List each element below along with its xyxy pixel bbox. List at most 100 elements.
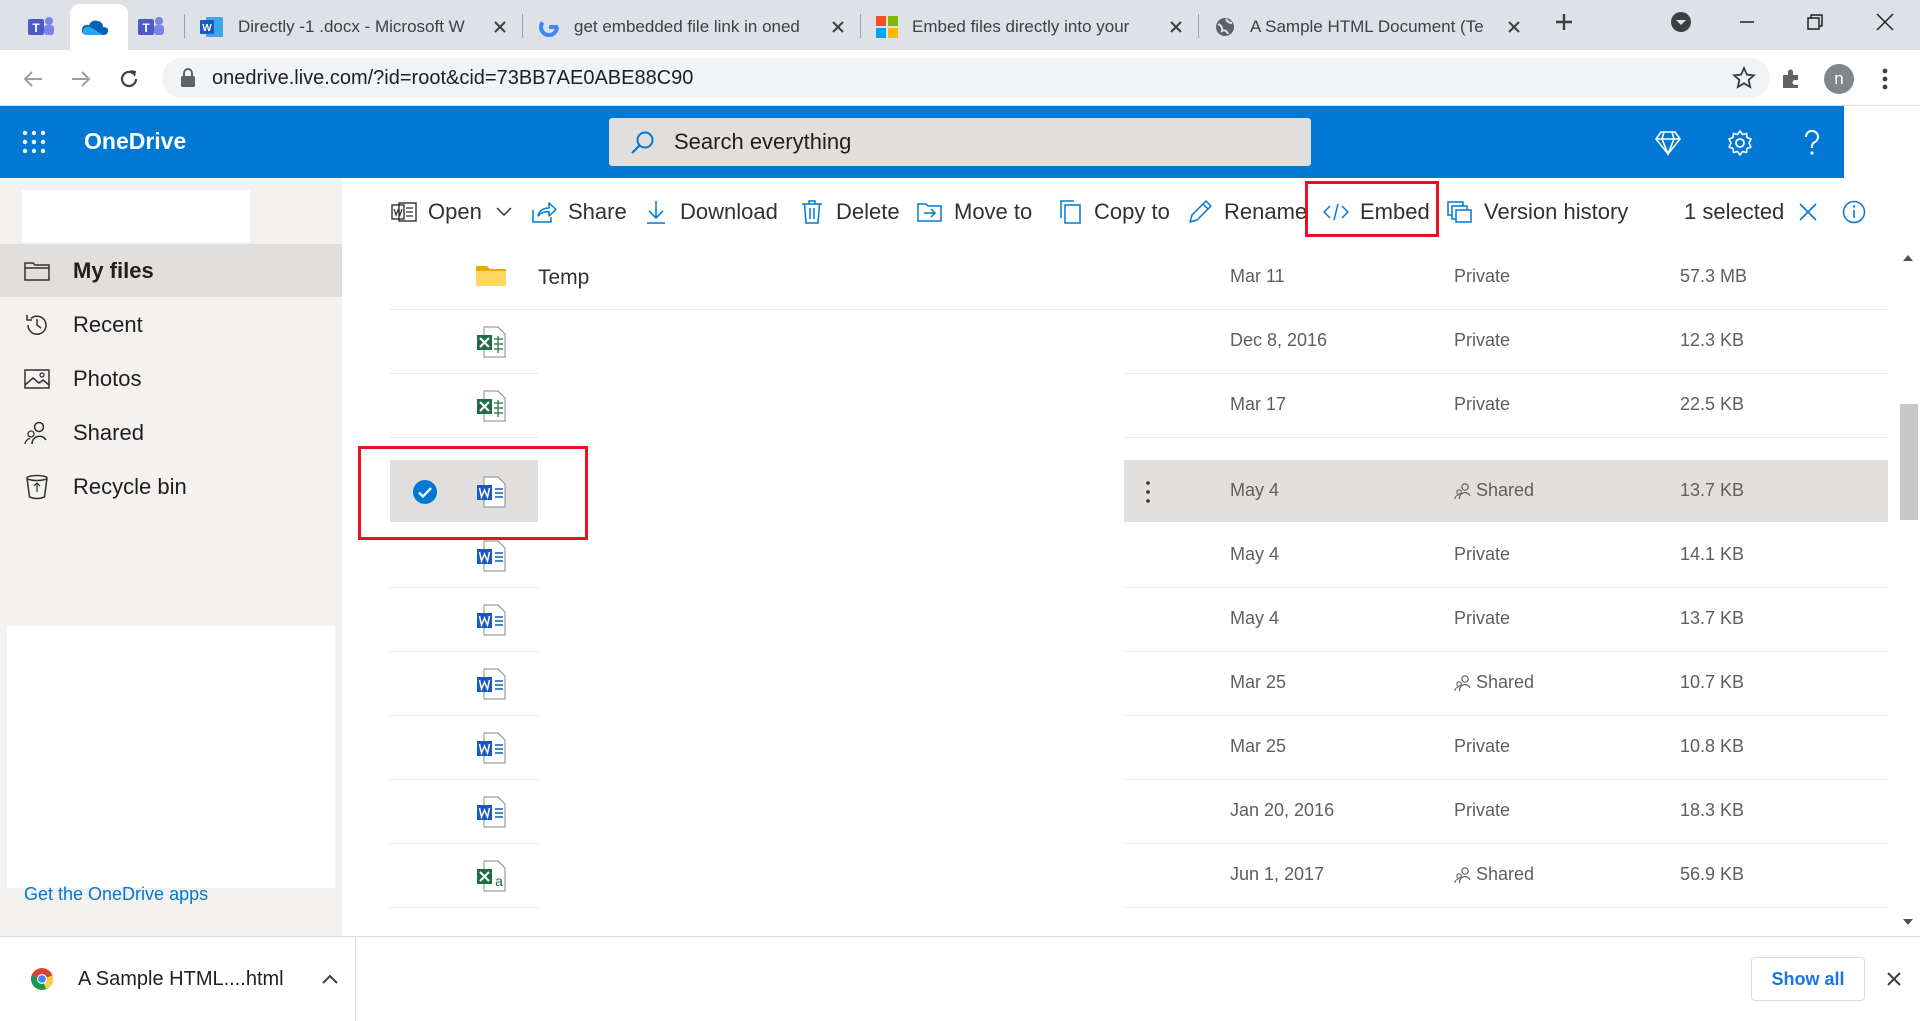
tab-search-button[interactable] [1652, 0, 1710, 44]
get-onedrive-apps-link[interactable]: Get the OneDrive apps [24, 884, 208, 905]
nav-item-photos[interactable]: Photos [0, 352, 342, 405]
share-icon [530, 198, 558, 226]
version-history-button[interactable]: Version history [1446, 194, 1628, 230]
microsoft-icon [876, 16, 898, 38]
details-pane-button[interactable] [1842, 194, 1866, 230]
file-modified: Mar 11 [1230, 266, 1285, 286]
file-list-scrollbar[interactable] [1896, 246, 1920, 936]
browser-tab-word-doc[interactable]: W Directly -1 .docx - Microsoft W [190, 4, 520, 50]
file-row[interactable]: Jan 20, 2016 Private 18.3 KB [390, 780, 1888, 844]
nav-item-recycle-bin[interactable]: Recycle bin [0, 460, 342, 513]
lock-icon[interactable] [180, 68, 196, 88]
browser-tab-onedrive[interactable] [70, 4, 128, 50]
file-row-temp[interactable]: Temp Mar 11 Private 57.3 MB [390, 246, 1888, 310]
search-box[interactable] [609, 118, 1311, 166]
clear-selection-button[interactable] [1798, 194, 1818, 230]
copy-to-button[interactable]: Copy to [1056, 194, 1170, 230]
share-label: Share [568, 199, 627, 224]
more-actions-icon[interactable] [1136, 478, 1160, 506]
account-area[interactable] [1844, 106, 1920, 178]
left-navigation: My files Recent Photos Shared Recycle bi… [0, 178, 342, 936]
google-icon [538, 16, 560, 38]
file-name[interactable]: Temp [538, 266, 589, 290]
tab-close-icon[interactable] [490, 17, 510, 37]
browser-tab-sample-html[interactable]: A Sample HTML Document (Te [1204, 4, 1534, 50]
open-button[interactable]: Open [390, 194, 512, 230]
browser-tab-teams-2[interactable]: T [128, 4, 180, 50]
close-window-button[interactable] [1856, 0, 1914, 44]
premium-diamond-icon[interactable] [1652, 127, 1684, 159]
word-file-icon [476, 732, 506, 764]
sharing-label: Private [1454, 608, 1511, 628]
delete-label: Delete [836, 199, 900, 224]
file-row[interactable]: Mar 25 Private 10.8 KB [390, 716, 1888, 780]
file-row[interactable]: May 4 Private 14.1 KB [390, 524, 1888, 588]
onedrive-icon [80, 17, 110, 37]
reload-button[interactable] [112, 62, 146, 96]
file-size: 22.5 KB [1680, 394, 1745, 414]
forward-button[interactable] [64, 62, 98, 96]
file-row[interactable]: Dec 8, 2016 Private 12.3 KB [390, 310, 1888, 374]
move-to-button[interactable]: Move to [916, 194, 1032, 230]
browser-menu-icon[interactable] [1868, 62, 1902, 96]
back-button[interactable] [16, 62, 50, 96]
file-modified: Mar 17 [1230, 394, 1287, 414]
share-button[interactable]: Share [530, 194, 627, 230]
globe-icon [1214, 16, 1236, 38]
profile-avatar[interactable]: n [1822, 62, 1856, 96]
profile-initial: n [1834, 69, 1844, 88]
onedrive-brand[interactable]: OneDrive [84, 128, 186, 155]
chevron-down-icon[interactable] [496, 207, 512, 217]
trash-icon [798, 198, 826, 226]
download-item[interactable]: A Sample HTML....html [0, 937, 356, 1021]
file-modified: Jun 1, 2017 [1230, 864, 1325, 884]
nav-item-recent[interactable]: Recent [0, 298, 342, 351]
file-size: 10.8 KB [1680, 736, 1745, 756]
download-button[interactable]: Download [642, 194, 778, 230]
browser-tab-google[interactable]: get embedded file link in oned [528, 4, 858, 50]
new-tab-button[interactable] [1542, 0, 1586, 44]
file-row-selected[interactable]: May 4 Shared 13.7 KB [390, 460, 1888, 524]
close-shelf-icon[interactable] [1880, 965, 1908, 993]
file-row[interactable]: May 4 Private 13.7 KB [390, 588, 1888, 652]
bookmark-star-icon[interactable] [1732, 66, 1756, 90]
show-all-downloads-button[interactable]: Show all [1751, 957, 1865, 1001]
file-row[interactable]: Mar 17 Private 22.5 KB [390, 374, 1888, 438]
file-row[interactable]: Mar 25 Shared 10.7 KB [390, 652, 1888, 716]
sharing-label: Private [1454, 800, 1511, 820]
tab-separator [184, 14, 185, 38]
shared-people-icon [1454, 866, 1472, 884]
chevron-up-icon[interactable] [321, 974, 338, 984]
folder-icon [23, 257, 51, 285]
tab-close-icon[interactable] [1504, 17, 1524, 37]
file-row[interactable]: a Jun 1, 2017 Shared 56.9 KB [390, 844, 1888, 908]
browser-tab-microsoft[interactable]: Embed files directly into your [866, 4, 1196, 50]
teams-icon: T [138, 15, 164, 39]
tab-separator [860, 14, 861, 38]
search-input[interactable] [674, 129, 1274, 155]
restore-button[interactable] [1786, 0, 1844, 44]
rename-button[interactable]: Rename [1186, 194, 1307, 230]
browser-tab-teams[interactable]: T [18, 4, 76, 50]
nav-item-shared[interactable]: Shared [0, 406, 342, 459]
row-divider [1124, 437, 1888, 438]
file-sharing: Private [1454, 544, 1510, 565]
tab-close-icon[interactable] [1166, 17, 1186, 37]
word-file-icon [476, 540, 506, 572]
scrollbar-thumb[interactable] [1900, 404, 1918, 520]
extensions-puzzle-icon[interactable] [1774, 62, 1808, 96]
scroll-up-arrow-icon [1903, 255, 1913, 261]
file-size: 56.9 KB [1680, 864, 1745, 884]
nav-item-my-files[interactable]: My files [0, 244, 342, 297]
settings-gear-icon[interactable] [1724, 127, 1756, 159]
file-size: 13.7 KB [1680, 480, 1745, 500]
tab-close-icon[interactable] [828, 17, 848, 37]
file-sharing: Private [1454, 394, 1510, 415]
address-bar[interactable]: onedrive.live.com/?id=root&cid=73BB7AE0A… [162, 58, 1770, 98]
nav-item-label: Recycle bin [73, 473, 187, 499]
app-launcher-icon[interactable] [22, 130, 46, 154]
minimize-button[interactable] [1718, 0, 1776, 44]
delete-button[interactable]: Delete [798, 194, 900, 230]
selected-file-highlight-box [358, 446, 588, 540]
help-icon[interactable] [1796, 127, 1828, 159]
